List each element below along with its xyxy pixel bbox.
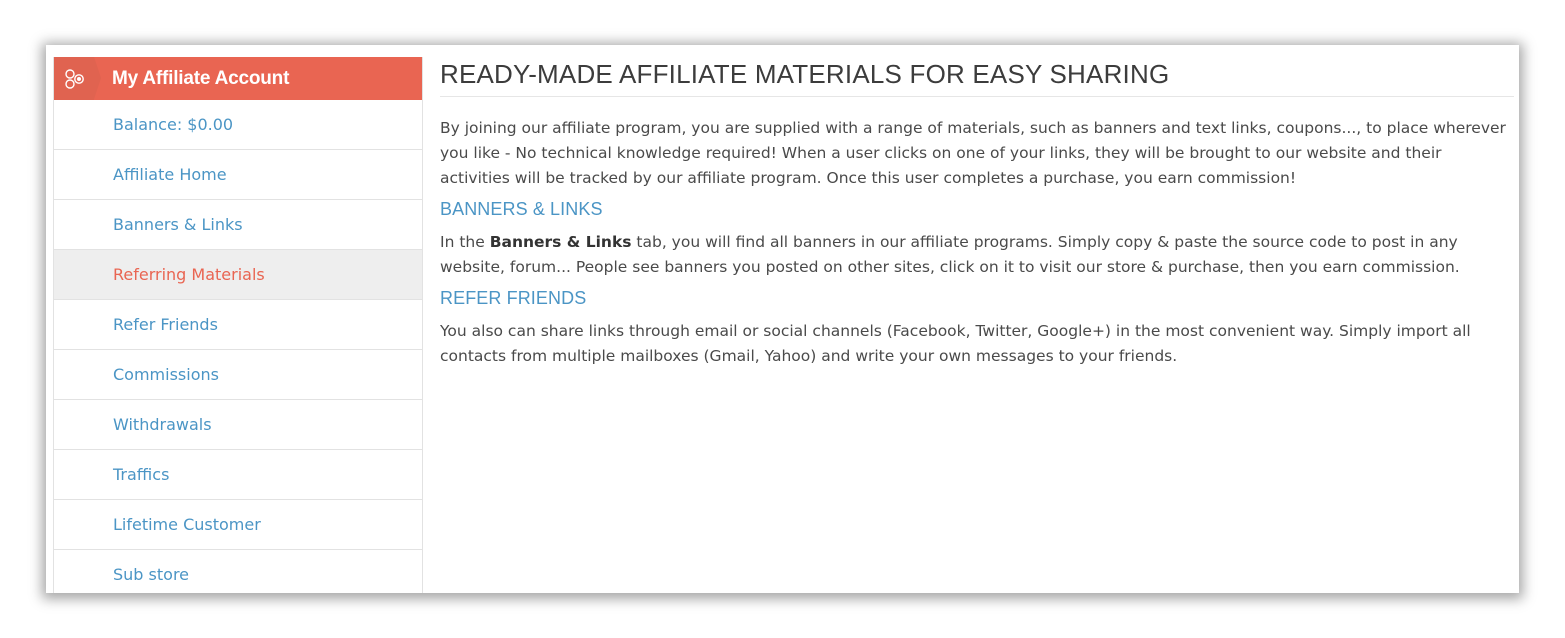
banners-text-before: In the: [440, 233, 490, 251]
sidebar-item-banners-links[interactable]: Banners & Links: [54, 200, 422, 250]
header-icon-box: [54, 57, 101, 100]
intro-paragraph: By joining our affiliate program, you ar…: [440, 119, 1506, 187]
sidebar-item-refer-friends[interactable]: Refer Friends: [54, 300, 422, 350]
sidebar-item-withdrawals[interactable]: Withdrawals: [54, 400, 422, 450]
sidebar-item-traffics[interactable]: Traffics: [54, 450, 422, 500]
sidebar-header: My Affiliate Account: [54, 57, 422, 100]
sidebar-item-commissions[interactable]: Commissions: [54, 350, 422, 400]
sidebar-item-balance[interactable]: Balance: $0.00: [54, 100, 422, 150]
main-content: READY-MADE AFFILIATE MATERIALS FOR EASY …: [440, 57, 1514, 369]
affiliate-window: My Affiliate Account Balance: $0.00 Affi…: [46, 45, 1519, 593]
refer-friends-paragraph: You also can share links through email o…: [440, 322, 1471, 365]
sidebar-title: My Affiliate Account: [112, 68, 290, 89]
sidebar-item-referring-materials[interactable]: Referring Materials: [54, 250, 422, 300]
sidebar-item-sub-store[interactable]: Sub store: [54, 550, 422, 593]
page-title: READY-MADE AFFILIATE MATERIALS FOR EASY …: [440, 57, 1514, 97]
affiliate-network-icon: [65, 69, 84, 89]
sidebar-item-lifetime-customer[interactable]: Lifetime Customer: [54, 500, 422, 550]
section-heading-refer-friends: REFER FRIENDS: [440, 288, 587, 308]
section-heading-banners-links: BANNERS & LINKS: [440, 199, 603, 219]
banners-text-bold: Banners & Links: [489, 233, 632, 251]
banners-links-paragraph: In the Banners & Links tab, you will fin…: [440, 230, 1514, 280]
sidebar: My Affiliate Account Balance: $0.00 Affi…: [53, 57, 423, 593]
sidebar-item-affiliate-home[interactable]: Affiliate Home: [54, 150, 422, 200]
